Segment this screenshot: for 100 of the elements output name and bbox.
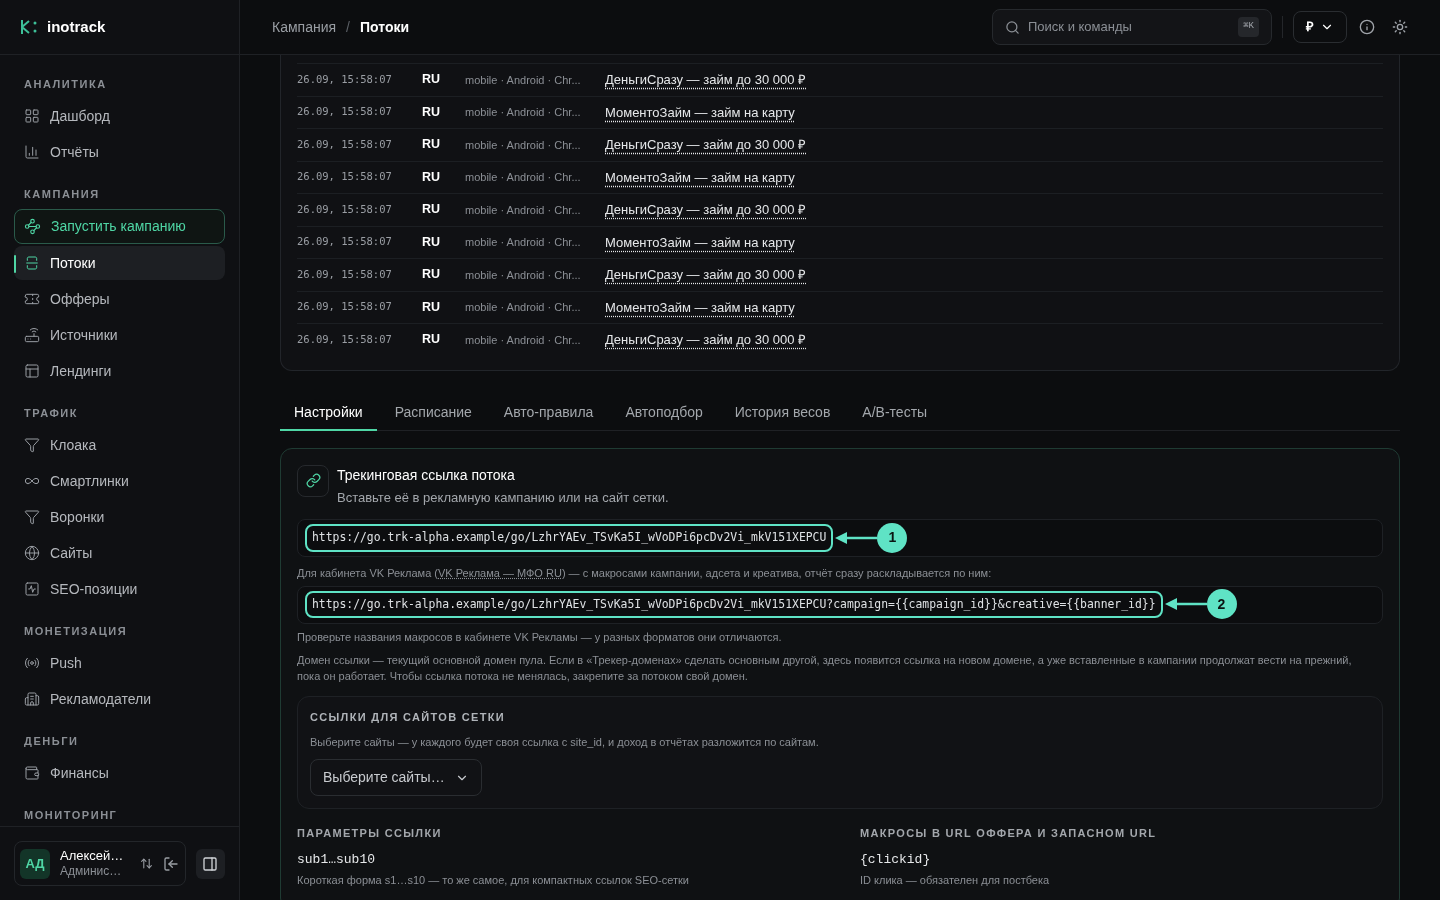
section-heading: МАКРОСЫ В URL ОФФЕРА И ЗАПАСНОМ URL (860, 826, 1158, 841)
tab[interactable]: Расписание (380, 396, 486, 431)
chart-icon (24, 581, 40, 597)
card-title: Трекинговая ссылка потока (337, 465, 516, 485)
switch-icon[interactable] (140, 857, 153, 870)
nav-item[interactable]: Сайты (14, 536, 225, 570)
nav-item[interactable]: Лендинги (14, 354, 225, 388)
callout-arrow (1164, 597, 1207, 612)
country-cell-text: RU (422, 201, 442, 219)
launch-campaign-button[interactable]: Запустить кампанию (14, 209, 225, 244)
nav-item[interactable]: SEO-позиции (14, 572, 225, 606)
panel-icon (202, 855, 219, 872)
nav-item[interactable]: Рекламодатели (14, 682, 225, 716)
offer-link[interactable]: МоментоЗайм — займ на карту (605, 297, 795, 317)
user-name: Алексей… (60, 847, 125, 865)
section-heading: АНАЛИТИКА (23, 76, 108, 92)
user-role: Админис… (60, 864, 123, 880)
split-icon (24, 255, 40, 271)
time-cell-text: 26.09, 15:58:07 (297, 71, 393, 87)
layout-icon (24, 363, 40, 379)
nav-item[interactable]: Финансы (14, 756, 225, 790)
tab[interactable]: A/B-тесты (848, 396, 942, 431)
device-cell-text: mobile · Android · Chr... (465, 300, 582, 315)
avatar: АД (20, 848, 50, 879)
callout-arrow (835, 531, 878, 545)
nav-item[interactable]: Потоки (14, 246, 225, 280)
nav-item[interactable]: Источники (14, 318, 225, 352)
nav-item[interactable]: Отчёты (14, 135, 225, 169)
time-cell-text: 26.09, 15:58:07 (297, 169, 393, 185)
bar-chart-icon (24, 144, 40, 160)
time-cell-text: 26.09, 15:58:07 (297, 136, 393, 152)
collapse-sidebar-button[interactable] (195, 848, 225, 879)
sites-select[interactable]: Выберите сайты… (310, 759, 482, 796)
param-code: {clickid} (860, 850, 932, 869)
offer-link[interactable]: ДеньгиСразу — займ до 30 000 ₽ (605, 70, 807, 90)
wallet-icon (24, 765, 40, 781)
user-card[interactable]: АД Алексей… Админис… (14, 841, 186, 886)
callout-number: 1 (877, 523, 908, 553)
country-cell-text: RU (422, 103, 442, 121)
nav-item[interactable]: Смартлинки (14, 464, 225, 498)
offer-link[interactable]: МоментоЗайм — займ на карту (605, 232, 795, 252)
shortcut-badge: ⌘K (1238, 17, 1259, 37)
card-subtitle: Вставьте её в рекламную кампанию или на сайт сетки. (337, 488, 669, 507)
panel-heading: ССЫЛКИ ДЛЯ САЙТОВ СЕТКИ (310, 710, 507, 725)
time-cell-text: 26.09, 15:58:07 (297, 266, 393, 282)
tab[interactable]: Авто-правила (489, 396, 608, 431)
breadcrumb-separator: / (346, 17, 350, 37)
tab[interactable]: История весов (720, 396, 845, 431)
offer-link[interactable]: ДеньгиСразу — займ до 30 000 ₽ (605, 330, 807, 350)
filter-icon (24, 437, 40, 453)
radio-icon (24, 655, 40, 671)
nav-item[interactable]: Воронки (14, 500, 225, 534)
offer-link[interactable]: МоментоЗайм — займ на карту (605, 167, 795, 187)
section-heading: ТРАФИК (23, 405, 79, 421)
search-icon (1005, 19, 1020, 35)
building-icon (24, 691, 40, 707)
param-code: sub1…sub10 (297, 850, 376, 869)
nav-item[interactable]: Дашборд (14, 99, 225, 133)
country-cell-text: RU (422, 298, 442, 316)
device-cell-text: mobile · Android · Chr... (465, 235, 582, 250)
tab[interactable]: Автоподбор (611, 396, 717, 431)
nav-item[interactable]: Офферы (14, 282, 225, 316)
param-description: Короткая форма s1…s10 — то же самое, для компактных ссылок SEO-сетки (297, 873, 690, 888)
url-field[interactable]: https://go.trk-alpha.example/go/LzhrYAEv_TSvKa5I_wVoDPi6pcDv2Vi_mkV151XEPCU?campaign={{campaign_id}}&creative={{banner_id}} (305, 590, 1163, 619)
device-cell-text: mobile · Android · Chr... (465, 72, 582, 88)
country-cell-text: RU (422, 71, 442, 89)
country-cell-text: RU (422, 233, 442, 251)
funnel-icon (24, 509, 40, 525)
info-icon[interactable] (1359, 19, 1375, 35)
tab[interactable]: Настройки (280, 396, 377, 431)
country-cell-text: RU (422, 136, 442, 154)
offer-link[interactable]: ДеньгиСразу — займ до 30 000 ₽ (605, 265, 807, 285)
offer-link[interactable]: МоментоЗайм — займ на карту (605, 102, 795, 122)
currency-select[interactable]: ₽ (1293, 11, 1347, 43)
app-name: inotrack (47, 16, 106, 37)
theme-icon[interactable] (1392, 19, 1408, 35)
breadcrumb[interactable]: Кампания (272, 16, 337, 38)
section-heading: МОНЕТИЗАЦИЯ (23, 623, 129, 639)
link-icon (305, 473, 321, 488)
search-box[interactable]: Поиск и команды ⌘K (992, 9, 1272, 45)
panel-hint: Выберите сайты — у каждого будет своя ссылка с site_id, и доход в отчётах разложится по сайтам. (310, 734, 820, 750)
route-icon (24, 218, 41, 235)
breadcrumb[interactable]: Потоки (359, 16, 410, 38)
device-cell-text: mobile · Android · Chr... (465, 202, 582, 218)
offer-link[interactable]: ДеньгиСразу — займ до 30 000 ₽ (605, 135, 807, 155)
globe-icon (24, 545, 40, 561)
nav-item[interactable]: Клоака (14, 428, 225, 462)
device-cell-text: mobile · Android · Chr... (465, 105, 582, 120)
vk-cabinet-link[interactable]: VK Реклама — МФО RU (438, 567, 562, 579)
logout-icon[interactable] (163, 855, 179, 872)
time-cell-text: 26.09, 15:58:07 (297, 201, 393, 217)
grid-icon (24, 108, 40, 124)
nav-item[interactable]: Push (14, 646, 225, 680)
search-field[interactable]: Поиск и команды (1028, 17, 1231, 37)
domain-note: Домен ссылки — текущий основной домен пула. Если в «Трекер-доменах» сделать основным другой, здесь появится ссылка на новом домене, а уже вставленные в кампании продолжат вести на прежний, пока он работает. Чтобы ссылка потока не менялась, закрепите за потоком свой домен. (297, 653, 1353, 684)
offer-link[interactable]: ДеньгиСразу — займ до 30 000 ₽ (605, 200, 807, 220)
url-field[interactable]: https://go.trk-alpha.example/go/LzhrYAEv_TSvKa5I_wVoDPi6pcDv2Vi_mkV151XEPCU (305, 524, 834, 552)
router-icon (24, 327, 40, 343)
section-heading: КАМПАНИЯ (23, 186, 101, 202)
param-description: ID клика — обязателен для постбека (860, 873, 1051, 888)
